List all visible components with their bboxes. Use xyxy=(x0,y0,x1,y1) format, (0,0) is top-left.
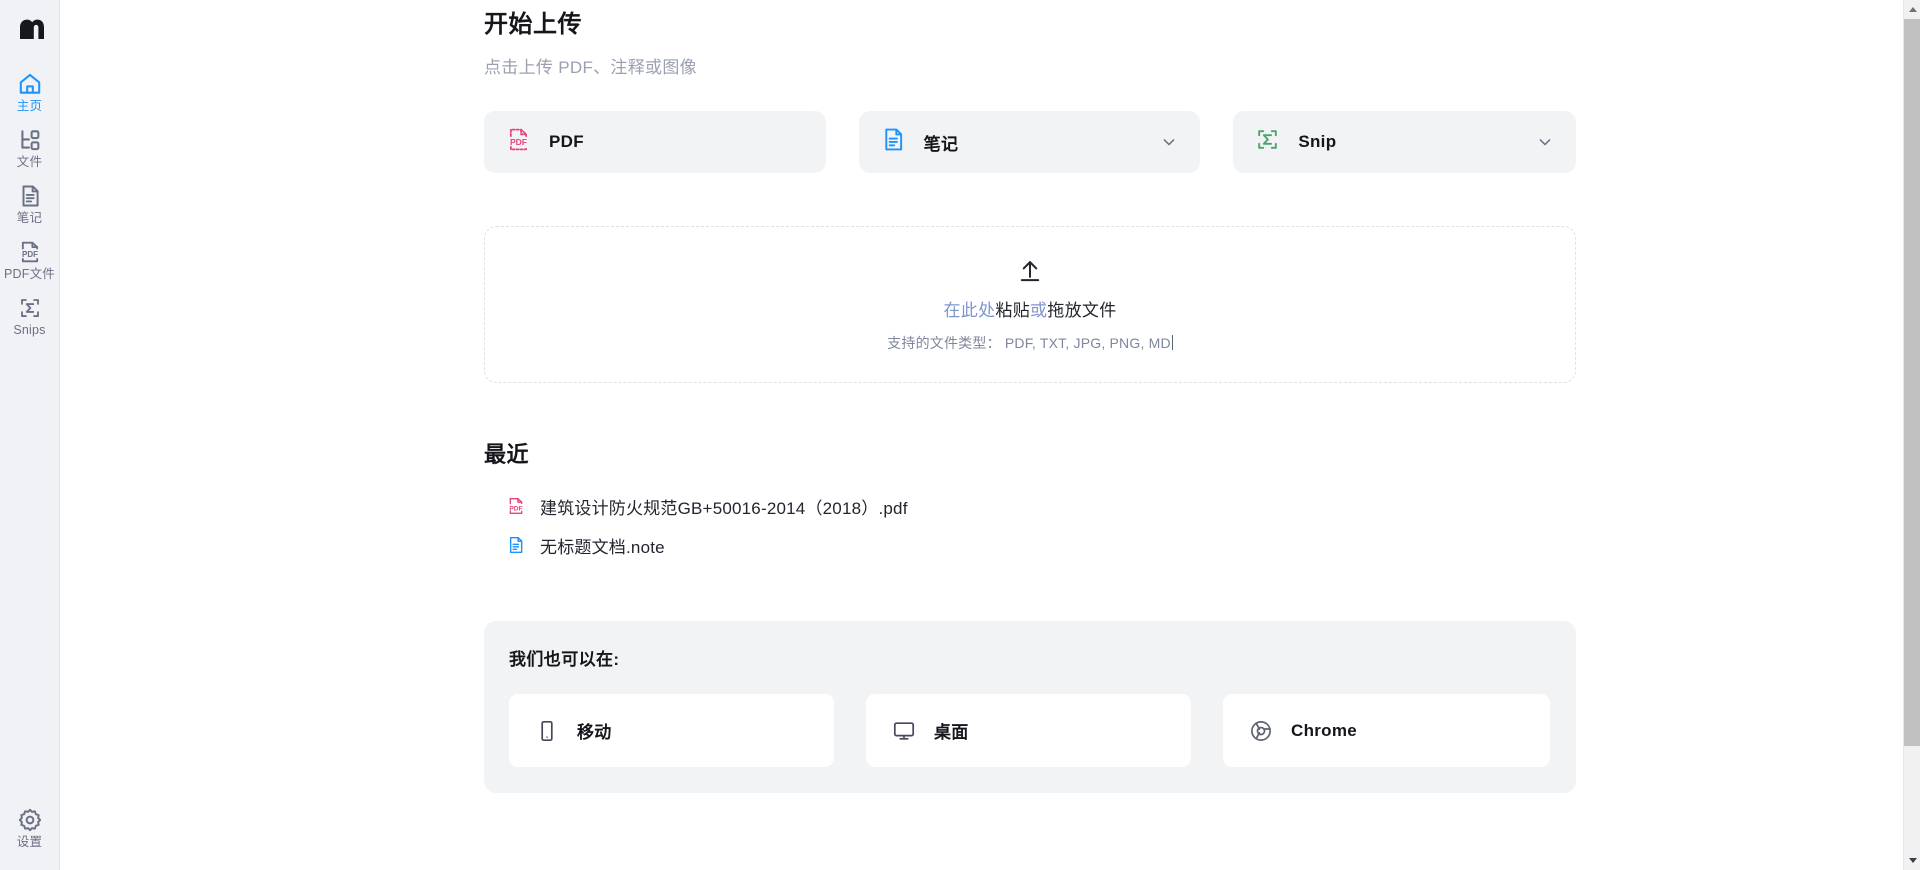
sidebar-item-settings[interactable]: 设置 xyxy=(0,800,60,856)
pdf-file-icon: PDF xyxy=(506,495,526,519)
vertical-scrollbar[interactable] xyxy=(1903,0,1920,870)
platform-label: Chrome xyxy=(1291,720,1358,740)
upload-type-row: PDF PDF 笔记 Snip xyxy=(484,111,1576,173)
sidebar-item-label: 文件 xyxy=(16,155,43,169)
list-item[interactable]: PDF 建筑设计防火规范GB+50016-2014（2018）.pdf xyxy=(484,487,1576,526)
chevron-down-icon[interactable] xyxy=(1535,132,1555,152)
scroll-content: 开始上传 点击上传 PDF、注释或图像 PDF PDF 笔记 Snip 在此处粘… xyxy=(60,0,1892,793)
platforms-row: 移动 桌面 Chrome xyxy=(509,694,1551,767)
list-item[interactable]: 无标题文档.note xyxy=(484,526,1576,565)
upload-type-pdf[interactable]: PDF PDF xyxy=(484,111,826,173)
home-icon xyxy=(17,71,43,97)
upload-type-label: 笔记 xyxy=(923,134,959,154)
page-title: 开始上传 xyxy=(484,11,582,38)
upload-type-note-content: 笔记 xyxy=(880,126,959,158)
upload-type-snip-content: Snip xyxy=(1254,126,1336,158)
note-file-icon xyxy=(506,534,526,558)
platforms-title: 我们也可以在: xyxy=(509,650,620,669)
sidebar-item-label: 设置 xyxy=(16,835,43,849)
files-icon xyxy=(17,127,43,153)
file-dropzone[interactable]: 在此处粘贴或拖放文件 支持的文件类型： PDF, TXT, JPG, PNG, … xyxy=(484,226,1576,383)
dropzone-or-link[interactable]: 或 xyxy=(1030,301,1047,320)
upload-type-note[interactable]: 笔记 xyxy=(858,111,1201,173)
platforms-panel: 我们也可以在: 移动 桌面 Chrome xyxy=(484,621,1576,793)
recent-title: 最近 xyxy=(484,442,530,467)
recent-list: PDF 建筑设计防火规范GB+50016-2014（2018）.pdf 无标题文… xyxy=(484,487,1576,565)
sidebar-item-label: 主页 xyxy=(16,99,43,113)
sidebar-item-pdf[interactable]: PDF PDF文件 xyxy=(0,232,60,288)
dropzone-paste-word: 粘贴 xyxy=(995,300,1030,320)
main-area: 开始上传 点击上传 PDF、注释或图像 PDF PDF 笔记 Snip 在此处粘… xyxy=(60,0,1920,870)
sidebar-item-notes[interactable]: 笔记 xyxy=(0,176,60,232)
upload-arrow-icon xyxy=(1016,257,1044,285)
dropzone-drag-word: 拖放文件 xyxy=(1047,300,1117,320)
chevron-down-icon xyxy=(1908,858,1917,863)
sidebar-item-label: 笔记 xyxy=(16,211,43,225)
platform-label: 桌面 xyxy=(934,723,969,742)
sidebar-nav: 主页 文件 笔记 PDF PDF文件 Snips xyxy=(0,64,59,344)
recent-item-name: 建筑设计防火规范GB+50016-2014（2018）.pdf xyxy=(540,499,908,518)
gear-icon xyxy=(17,807,43,833)
platform-card-mobile[interactable]: 移动 xyxy=(509,694,834,767)
svg-text:PDF: PDF xyxy=(510,137,527,147)
mobile-icon xyxy=(535,719,559,743)
sidebar-item-files[interactable]: 文件 xyxy=(0,120,60,176)
note-file-icon xyxy=(880,126,907,158)
chevron-up-icon xyxy=(1908,7,1917,12)
content-column: 开始上传 点击上传 PDF、注释或图像 PDF PDF 笔记 Snip 在此处粘… xyxy=(484,0,1576,793)
supported-types-text: 支持的文件类型： PDF, TXT, JPG, PNG, MD xyxy=(887,334,1171,351)
scroll-down-button[interactable] xyxy=(1904,851,1920,870)
sidebar-item-label: Snips xyxy=(13,323,46,337)
svg-text:PDF: PDF xyxy=(22,250,38,259)
dropzone-supported-types: 支持的文件类型： PDF, TXT, JPG, PNG, MD xyxy=(887,333,1173,353)
snip-sigma-icon xyxy=(1254,126,1281,158)
upload-type-snip[interactable]: Snip xyxy=(1233,111,1576,173)
svg-text:PDF: PDF xyxy=(509,505,522,512)
desktop-icon xyxy=(892,719,916,743)
upload-type-label: Snip xyxy=(1298,132,1337,151)
page-subtitle: 点击上传 PDF、注释或图像 xyxy=(484,58,697,77)
note-icon xyxy=(17,183,43,209)
sidebar-item-snips[interactable]: Snips xyxy=(0,288,60,344)
sidebar: 主页 文件 笔记 PDF PDF文件 Snips 设置 xyxy=(0,0,60,870)
app-root: 主页 文件 笔记 PDF PDF文件 Snips 设置 开始上传 点击上传 PD… xyxy=(0,0,1920,870)
app-logo[interactable] xyxy=(10,10,50,50)
scroll-up-button[interactable] xyxy=(1904,0,1920,19)
platform-label: 移动 xyxy=(577,723,612,742)
platform-card-desktop[interactable]: 桌面 xyxy=(866,694,1191,767)
recent-item-name: 无标题文档.note xyxy=(540,538,665,557)
sidebar-item-home[interactable]: 主页 xyxy=(0,64,60,120)
text-caret xyxy=(1171,334,1173,350)
sidebar-item-label: PDF文件 xyxy=(3,267,55,281)
platform-card-chrome[interactable]: Chrome xyxy=(1223,694,1550,767)
pdf-icon: PDF xyxy=(17,239,43,265)
pdf-file-icon: PDF xyxy=(505,126,532,158)
upload-type-pdf-content: PDF PDF xyxy=(505,126,584,158)
dropzone-paste-link[interactable]: 在此处 xyxy=(943,301,995,320)
scrollbar-thumb[interactable] xyxy=(1904,19,1920,746)
chevron-down-icon[interactable] xyxy=(1159,132,1179,152)
dropzone-main-text: 在此处粘贴或拖放文件 xyxy=(943,296,1116,321)
snip-icon xyxy=(17,295,43,321)
upload-type-label: PDF xyxy=(549,132,584,151)
chrome-icon xyxy=(1249,719,1273,743)
